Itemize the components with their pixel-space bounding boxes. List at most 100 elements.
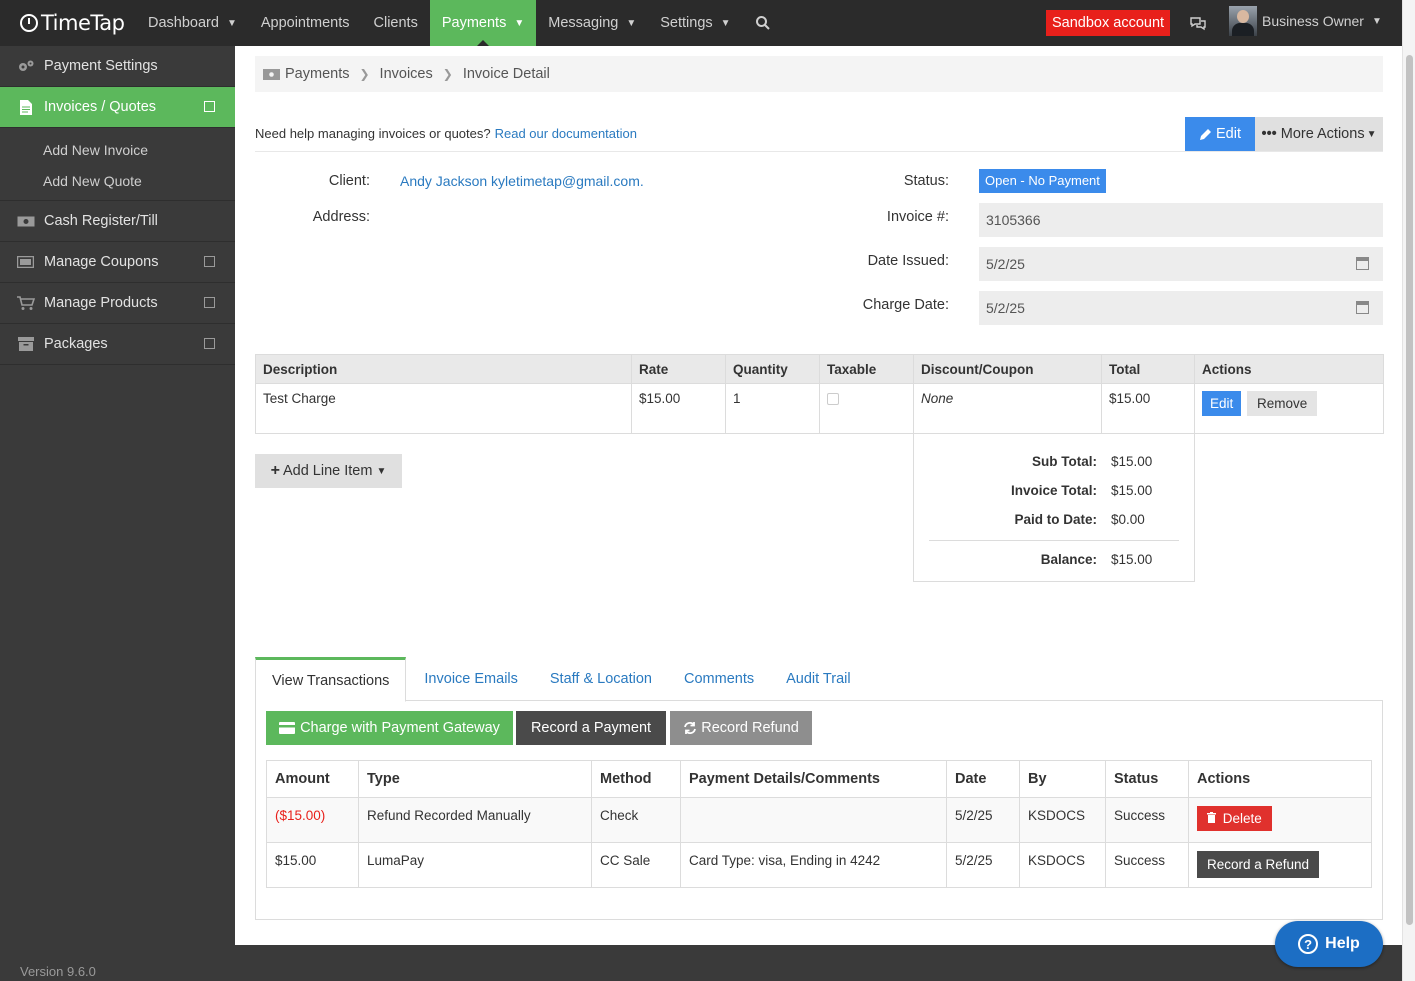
record-refund-button[interactable]: Record Refund — [670, 711, 812, 745]
search-icon[interactable] — [743, 0, 783, 46]
chat-icon[interactable] — [1189, 15, 1207, 34]
tab-audit-trail[interactable]: Audit Trail — [770, 657, 866, 701]
charge-date-label: Charge Date: — [862, 297, 949, 313]
balance-label: Balance: — [1040, 552, 1097, 567]
sidebar-subitem-add-invoice[interactable]: Add New Invoice — [0, 134, 235, 165]
date-issued-label: Date Issued: — [867, 253, 949, 269]
remove-line-item-button[interactable]: Remove — [1247, 391, 1318, 416]
col-actions: Actions — [1194, 354, 1384, 384]
page-scrollbar[interactable] — [1402, 0, 1415, 981]
record-a-refund-button[interactable]: Record a Refund — [1197, 851, 1320, 878]
cell-actions: Record a Refund — [1188, 842, 1372, 888]
nav-payments[interactable]: Payments ▼ — [429, 0, 537, 46]
sidebar-item-label: Manage Products — [44, 295, 158, 311]
question-icon: ? — [1298, 934, 1319, 954]
sidebar-item-payment-settings[interactable]: Payment Settings — [0, 46, 235, 87]
nav-label: Clients — [373, 15, 418, 31]
sidebar-item-manage-coupons[interactable]: Manage Coupons — [0, 242, 235, 283]
invoice-total-row: Invoice Total: $15.00 — [914, 483, 1194, 503]
trash-icon — [1207, 812, 1216, 823]
cell-rate: $15.00 — [631, 383, 726, 434]
sidebar-item-cash-register[interactable]: Cash Register/Till — [0, 201, 235, 242]
invoice-number-value: 3105366 — [986, 212, 1041, 228]
edit-invoice-button[interactable]: Edit — [1185, 117, 1255, 151]
cell-status: Success — [1105, 842, 1189, 888]
user-menu[interactable]: Business Owner ▼ — [1229, 6, 1382, 36]
logo-text: TimeTap — [41, 11, 125, 35]
calendar-icon[interactable] — [1356, 257, 1369, 270]
nav-label: Settings — [660, 15, 713, 31]
delete-transaction-button[interactable]: Delete — [1197, 806, 1272, 831]
charge-date-field[interactable]: 5/2/25 — [979, 291, 1383, 325]
nav-messaging[interactable]: Messaging ▼ — [536, 0, 648, 46]
clock-logo-icon — [20, 14, 38, 32]
tab-view-transactions[interactable]: View Transactions — [255, 657, 407, 702]
tab-staff-location[interactable]: Staff & Location — [534, 657, 668, 701]
sidebar-item-label: Payment Settings — [44, 58, 158, 74]
edit-line-item-button[interactable]: Edit — [1202, 391, 1242, 416]
sandbox-account-badge[interactable]: Sandbox account — [1046, 10, 1171, 36]
sidebar-item-label: Packages — [44, 336, 108, 352]
help-button[interactable]: ? Help — [1275, 921, 1383, 967]
sidebar-submenu: Add New Invoice Add New Quote — [0, 128, 235, 201]
cell-method: CC Sale — [591, 842, 681, 888]
paid-to-date-label: Paid to Date: — [1014, 512, 1097, 527]
square-icon — [204, 297, 215, 308]
calendar-icon[interactable] — [1356, 301, 1369, 314]
more-actions-button[interactable]: ••• More Actions ▼ — [1255, 117, 1383, 151]
status-badge: Open - No Payment — [979, 169, 1106, 193]
record-payment-button[interactable]: Record a Payment — [516, 711, 666, 745]
cell-amount: $15.00 — [266, 842, 359, 888]
discount-value: None — [921, 391, 954, 406]
cell-type: LumaPay — [358, 842, 592, 888]
pencil-icon — [1199, 128, 1212, 141]
balance-value: $15.00 — [1111, 552, 1153, 567]
cell-details — [680, 797, 947, 843]
cell-method: Check — [591, 797, 681, 843]
breadcrumb-payments[interactable]: Payments — [285, 66, 349, 82]
client-link[interactable]: Andy Jackson kyletimetap@gmail.com. — [400, 173, 644, 189]
add-line-item-button[interactable]: + Add Line Item ▼ — [255, 454, 402, 488]
nav-dashboard[interactable]: Dashboard ▼ — [136, 0, 249, 46]
invoice-tabs: View Transactions Invoice Emails Staff &… — [255, 657, 1383, 702]
add-line-item-label: Add Line Item — [282, 463, 373, 479]
paid-to-date-value: $0.00 — [1111, 512, 1145, 527]
cell-status: Success — [1105, 797, 1189, 843]
chevron-right-icon: ❯ — [359, 67, 370, 81]
timetap-logo[interactable]: TimeTap — [0, 0, 136, 46]
chevron-down-icon: ▼ — [1371, 15, 1382, 27]
divider — [929, 540, 1179, 541]
sidebar-item-packages[interactable]: Packages — [0, 324, 235, 365]
line-items-table: Description Rate Quantity Taxable Discou… — [255, 354, 1384, 434]
tab-comments[interactable]: Comments — [668, 657, 770, 701]
scrollbar-thumb[interactable] — [1406, 55, 1413, 925]
table-row: $15.00 LumaPay CC Sale Card Type: visa, … — [266, 842, 1372, 888]
refresh-icon — [683, 721, 697, 735]
sidebar-item-manage-products[interactable]: Manage Products — [0, 283, 235, 324]
tab-invoice-emails[interactable]: Invoice Emails — [406, 657, 533, 701]
col-discount: Discount/Coupon — [913, 354, 1102, 384]
charge-gateway-button[interactable]: Charge with Payment Gateway — [266, 711, 513, 745]
sidebar-item-invoices-quotes[interactable]: Invoices / Quotes — [0, 87, 242, 128]
nav-clients[interactable]: Clients — [362, 0, 430, 46]
taxable-checkbox[interactable] — [827, 393, 839, 405]
documentation-link[interactable]: Read our documentation — [495, 126, 637, 141]
sidebar-item-label: Invoices / Quotes — [44, 99, 157, 115]
chevron-down-icon: ▼ — [1366, 128, 1377, 140]
date-issued-field[interactable]: 5/2/25 — [979, 247, 1383, 281]
table-header-row: Description Rate Quantity Taxable Discou… — [255, 354, 1384, 384]
help-line: Need help managing invoices or quotes? Re… — [255, 126, 637, 141]
invoice-number-field[interactable]: 3105366 — [979, 203, 1383, 237]
more-actions-label: More Actions — [1280, 126, 1365, 142]
nav-settings[interactable]: Settings ▼ — [648, 0, 742, 46]
sidebar-subitem-add-quote[interactable]: Add New Quote — [0, 165, 235, 196]
breadcrumb-invoices[interactable]: Invoices — [380, 66, 433, 82]
cell-by: KSDOCS — [1019, 842, 1106, 888]
nav-appointments[interactable]: Appointments — [249, 0, 362, 46]
cell-total: $15.00 — [1101, 383, 1195, 434]
nav-label: Messaging — [548, 15, 619, 31]
chevron-right-icon: ❯ — [442, 67, 453, 81]
archive-icon — [16, 337, 35, 351]
chevron-down-icon: ▼ — [720, 17, 731, 29]
cell-actions: Edit Remove — [1194, 383, 1384, 434]
